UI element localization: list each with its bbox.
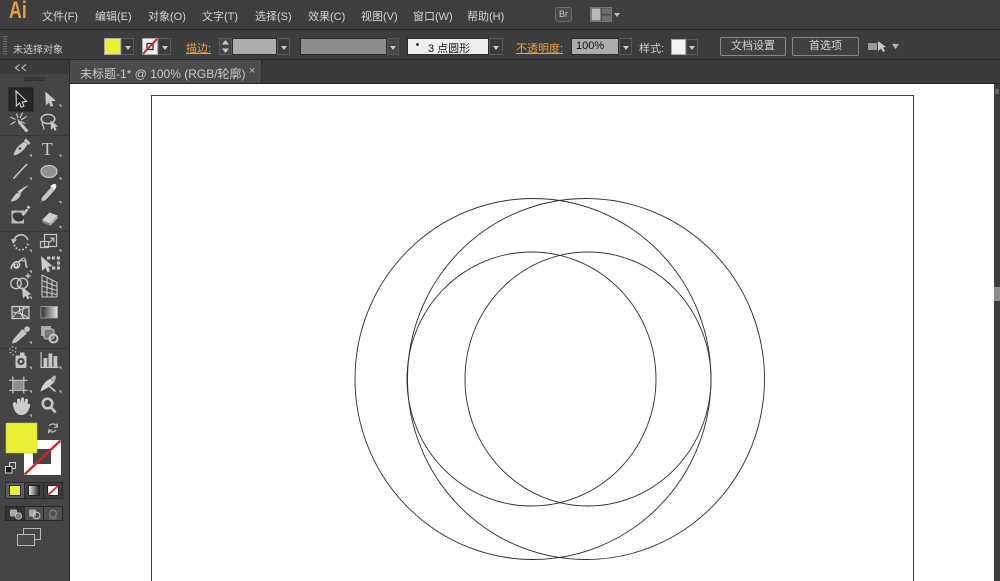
svg-text:T: T [42,139,53,159]
